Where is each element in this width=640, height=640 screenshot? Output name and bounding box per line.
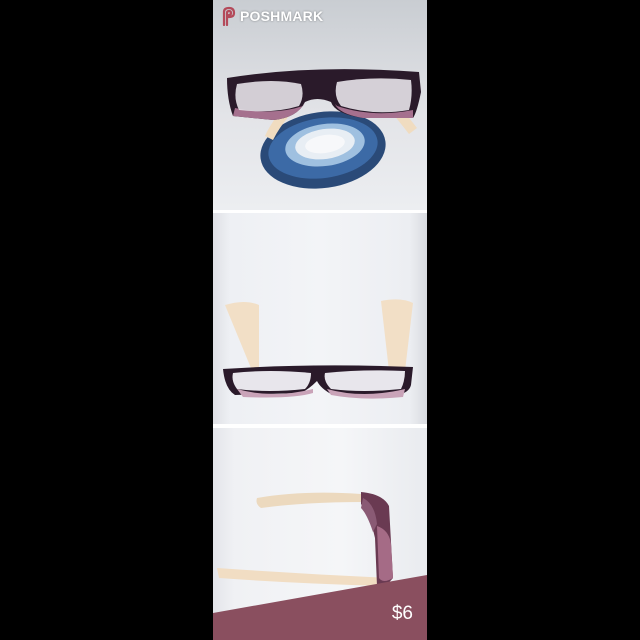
- listing-photo-1[interactable]: [213, 0, 427, 210]
- brand-name: POSHMARK: [240, 8, 324, 24]
- brand-header[interactable]: POSHMARK: [220, 5, 323, 27]
- poshmark-logo-icon: [222, 6, 236, 26]
- listing-photo-2[interactable]: [213, 213, 427, 424]
- listing-price: $6: [391, 603, 413, 624]
